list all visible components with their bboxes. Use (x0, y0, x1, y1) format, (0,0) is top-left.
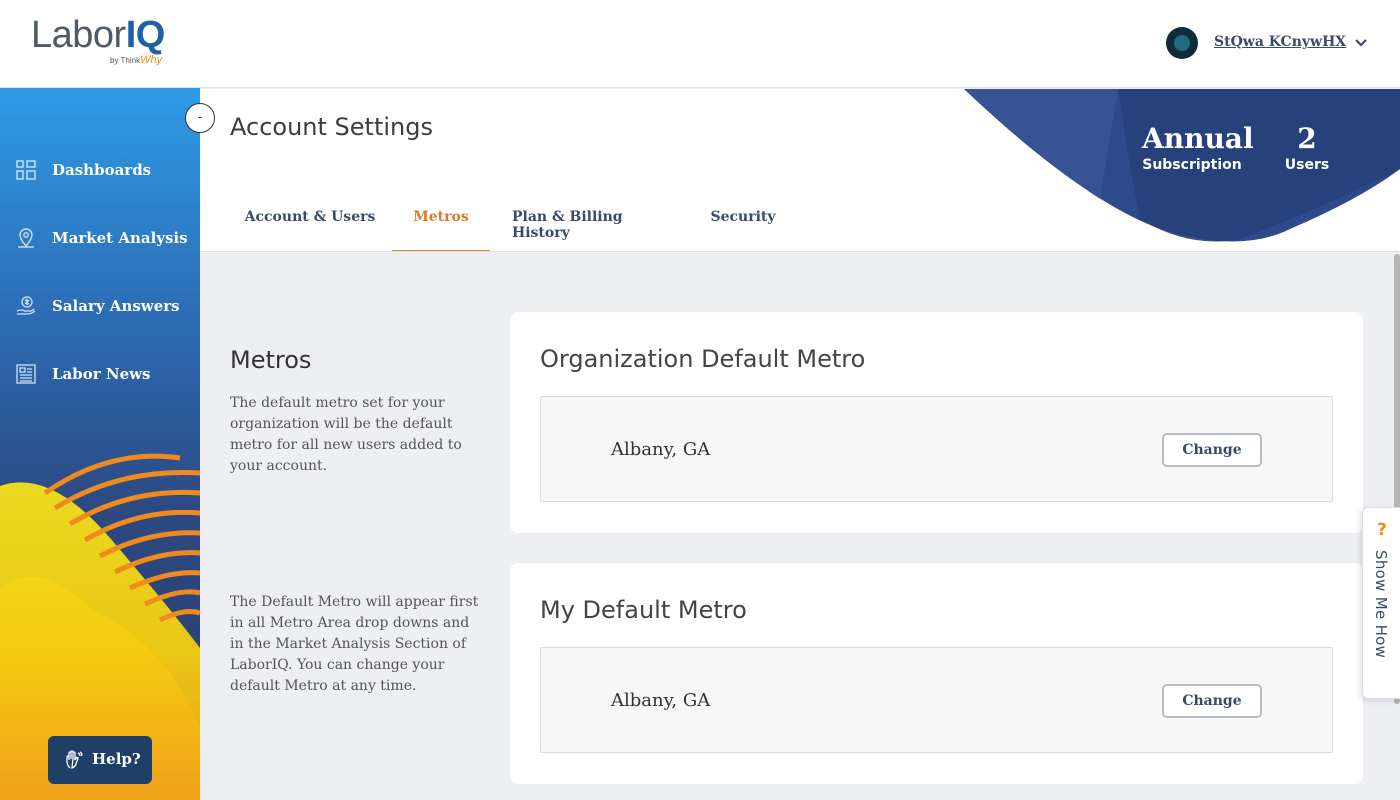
help-button[interactable]: Help? (48, 736, 152, 784)
grid-icon (16, 160, 36, 180)
sidebar-item-market-analysis[interactable]: Market Analysis (0, 218, 200, 258)
change-my-metro-button[interactable]: Change (1162, 684, 1262, 718)
top-bar: LaborIQ by ThinkWhy StQwa KCnywHX (0, 0, 1400, 88)
sidebar-item-label: Salary Answers (52, 297, 180, 315)
subscription-value: Annual (1142, 122, 1254, 155)
sidebar-item-label: Labor News (52, 365, 151, 383)
card-title: My Default Metro (540, 596, 747, 624)
logo-subtitle: by ThinkWhy (110, 54, 162, 66)
my-default-metro-card: My Default Metro Albany, GA Change (510, 563, 1363, 784)
avatar[interactable] (1166, 27, 1198, 59)
logo-sub-text: by Think (110, 56, 141, 65)
sidebar-collapse-button[interactable]: - (185, 103, 215, 133)
tab-account-users[interactable]: Account & Users (230, 196, 390, 251)
users-count-label: Users (1284, 157, 1330, 173)
chevron-down-icon[interactable] (1353, 35, 1369, 51)
question-mark-icon: ? (1377, 520, 1387, 540)
logo-text-bold: IQ (125, 14, 166, 56)
card-title: Organization Default Metro (540, 345, 866, 373)
sidebar-item-label: Dashboards (52, 161, 152, 179)
users-count-value: 2 (1297, 122, 1317, 155)
metro-display: Albany, GA Change (540, 647, 1333, 753)
metro-value: Albany, GA (611, 439, 711, 460)
sidebar-item-salary-answers[interactable]: Salary Answers (0, 286, 200, 326)
dollar-hand-icon (16, 296, 36, 315)
user-name-link[interactable]: StQwa KCnywHX (1214, 34, 1346, 50)
metro-value: Albany, GA (611, 690, 711, 711)
map-pin-icon (18, 228, 34, 248)
change-organization-metro-button[interactable]: Change (1162, 433, 1262, 467)
organization-default-metro-card: Organization Default Metro Albany, GA Ch… (510, 312, 1363, 533)
subscription-label: Subscription (1142, 157, 1242, 173)
page-title: Account Settings (230, 113, 433, 141)
section-description-secondary: The Default Metro will appear first in a… (230, 594, 479, 694)
tab-security[interactable]: Security (708, 196, 778, 251)
users-count-block: 2 Users (1277, 122, 1337, 174)
sidebar-item-dashboards[interactable]: Dashboards (0, 150, 200, 190)
metro-display: Albany, GA Change (540, 396, 1333, 502)
help-label: Help? (92, 750, 141, 768)
subscription-block: Annual Subscription (1142, 122, 1254, 174)
show-me-how-tab[interactable]: ? Show Me How (1362, 507, 1400, 699)
logo-text: Labor (31, 14, 126, 56)
laboriq-logo[interactable]: LaborIQ by ThinkWhy (31, 16, 181, 74)
tab-plan-billing-history[interactable]: Plan & Billing History (512, 196, 668, 251)
sidebar-item-label: Market Analysis (52, 229, 188, 247)
sidebar-decoration (0, 453, 200, 800)
sidebar: Dashboards Market Analysis Salary Answer… (0, 88, 200, 800)
tab-metros[interactable]: Metros (392, 196, 490, 251)
sidebar-item-labor-news[interactable]: Labor News (0, 354, 200, 394)
logo-wordmark: LaborIQ (31, 16, 181, 54)
section-title: Metros (230, 346, 312, 374)
show-me-how-label: Show Me How (1372, 550, 1390, 659)
logo-sub-accent: Why (140, 54, 163, 66)
newspaper-icon (16, 364, 36, 384)
hand-wave-icon (66, 750, 83, 769)
page-header: Account Settings Account & Users Metros … (200, 89, 1400, 252)
section-description: The default metro set for your organizat… (230, 395, 462, 474)
